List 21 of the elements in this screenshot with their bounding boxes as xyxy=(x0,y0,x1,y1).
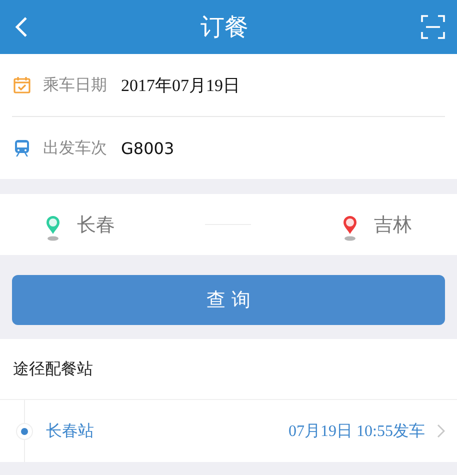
back-icon xyxy=(14,16,28,38)
location-pin-icon xyxy=(342,214,358,240)
field-value[interactable]: 2017年07月19日 xyxy=(121,74,240,96)
train-icon xyxy=(13,139,31,157)
departure-city[interactable]: 长春 xyxy=(77,212,116,238)
scan-icon xyxy=(421,15,445,39)
departure-time: 07月19日 10:55发车 xyxy=(288,422,425,442)
query-button[interactable]: 查 询 xyxy=(12,275,445,325)
section-title: 途径配餐站 xyxy=(13,358,93,380)
location-pin-icon xyxy=(45,214,62,240)
station-row[interactable]: 长春站 07月19日 10:55发车 xyxy=(0,400,457,462)
arrival-city[interactable]: 吉林 xyxy=(374,212,412,238)
calendar-icon xyxy=(13,76,31,94)
field-label: 出发车次 xyxy=(43,138,107,158)
field-label: 乘车日期 xyxy=(43,74,107,96)
station-name: 长春站 xyxy=(46,420,94,442)
page-title: 订餐 xyxy=(200,12,248,43)
back-button[interactable] xyxy=(14,16,28,38)
chevron-right-icon xyxy=(437,424,445,438)
scan-button[interactable] xyxy=(421,15,445,39)
field-value[interactable]: G8003 xyxy=(121,138,174,158)
